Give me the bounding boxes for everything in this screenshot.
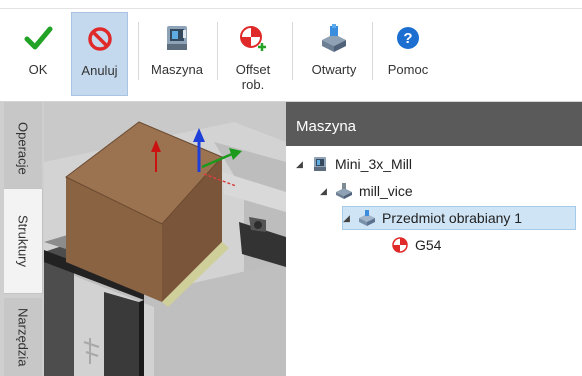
- tree-node-vice[interactable]: ◢ mill_vice: [320, 179, 413, 203]
- tree-node-label: G54: [415, 237, 442, 253]
- separator: [292, 22, 293, 80]
- tree-node-label: mill_vice: [359, 183, 413, 199]
- work-offset-icon: [237, 22, 269, 54]
- tab-structures-label: Struktury: [15, 214, 31, 267]
- machine-label: Maszyna: [150, 62, 204, 77]
- panel-header: Maszyna: [286, 102, 582, 146]
- machine-panel: Maszyna ◢ Mini_3x_Mill ◢ mill_vice ◢ Prz…: [286, 102, 582, 376]
- tab-tools-label: Narzędzia: [15, 307, 31, 367]
- panel-title: Maszyna: [296, 118, 357, 135]
- help-label: Pomoc: [387, 62, 429, 77]
- ok-button[interactable]: OK: [14, 12, 62, 96]
- tree-node-label: Przedmiot obrabiany 1: [382, 210, 523, 226]
- vice-icon: [318, 22, 350, 54]
- tab-tools[interactable]: Narzędzia: [4, 298, 42, 376]
- machine-button[interactable]: Maszyna: [144, 12, 210, 96]
- separator: [372, 22, 373, 80]
- workpiece-icon: [357, 209, 377, 227]
- collapse-arrow-icon[interactable]: ◢: [320, 186, 334, 197]
- collapse-arrow-icon[interactable]: ◢: [343, 213, 357, 224]
- tab-operations[interactable]: Operacje: [4, 102, 42, 194]
- 3d-viewport[interactable]: [44, 102, 286, 376]
- collapse-arrow-icon[interactable]: ◢: [296, 159, 310, 170]
- tab-operations-label: Operacje: [15, 121, 31, 175]
- machine-icon: [161, 22, 193, 54]
- work-offset-icon: [390, 236, 410, 254]
- work-offset-label-line1: Offset: [235, 62, 271, 77]
- ribbon-toolbar: OK Anuluj Maszyna Offset rob. Otwarty ? …: [0, 0, 582, 102]
- ok-label: OK: [28, 62, 48, 77]
- tree-node-label: Mini_3x_Mill: [335, 156, 413, 172]
- tree-node-workpiece[interactable]: ◢ Przedmiot obrabiany 1: [342, 206, 576, 230]
- open-label: Otwarty: [311, 62, 357, 77]
- cancel-button[interactable]: Anuluj: [71, 12, 128, 96]
- svg-text:?: ?: [403, 30, 412, 47]
- tab-structures[interactable]: Struktury: [4, 188, 43, 294]
- help-icon: ?: [392, 22, 424, 54]
- tree-node-machine[interactable]: ◢ Mini_3x_Mill: [296, 152, 412, 176]
- work-offset-label: Offset rob.: [236, 62, 270, 92]
- open-button[interactable]: Otwarty: [302, 12, 366, 96]
- cancel-label: Anuluj: [81, 63, 118, 78]
- work-offset-label-line2: rob.: [241, 77, 265, 92]
- separator: [217, 22, 218, 80]
- help-button[interactable]: ? Pomoc: [380, 12, 436, 96]
- side-tab-strip: Operacje Struktury Narzędzia: [0, 102, 44, 376]
- cancel-icon: [84, 23, 116, 55]
- checkmark-icon: [22, 22, 54, 54]
- vice-icon: [334, 182, 354, 200]
- ribbon-top-line: [0, 8, 582, 9]
- separator: [138, 22, 139, 80]
- machine-icon: [310, 155, 330, 173]
- tree-node-work-offset[interactable]: G54: [390, 233, 441, 257]
- work-offset-button[interactable]: Offset rob.: [224, 12, 282, 96]
